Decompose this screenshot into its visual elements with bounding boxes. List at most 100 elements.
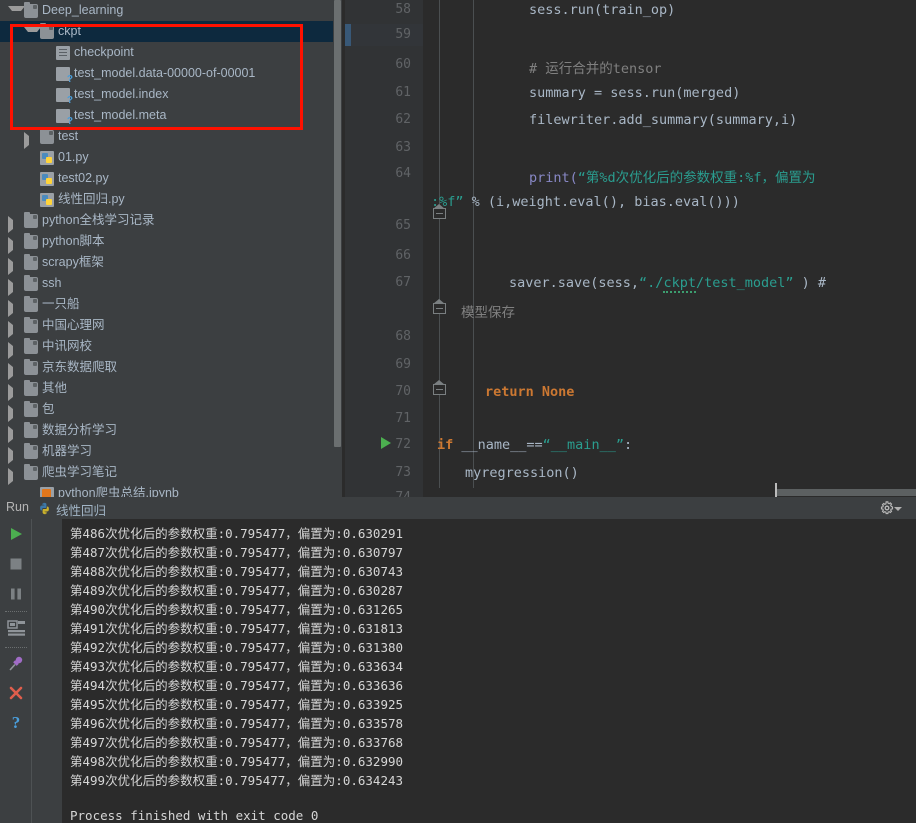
tree-item-folder[interactable]: scrapy框架 — [0, 252, 333, 275]
code-line-72: if __name__==“__main__”: — [437, 437, 633, 453]
text-file-icon — [56, 46, 70, 60]
code-line-67-wrap: 模型保存 — [461, 305, 515, 321]
tree-item-label: 机器学习 — [42, 444, 93, 458]
tree-item-folder[interactable]: 一只船 — [0, 294, 333, 317]
console-line: 第487次优化后的参数权重:0.795477，偏置为:0.630797 — [70, 545, 404, 560]
tree-item-file[interactable]: 线性回归.py — [0, 189, 333, 210]
folder-icon — [24, 254, 38, 270]
line-number: 62 — [395, 112, 411, 127]
tree-item-folder[interactable]: ckpt — [0, 21, 333, 42]
tree-item-folder[interactable]: python脚本 — [0, 231, 333, 254]
python-file-icon — [40, 151, 54, 165]
tree-item-folder[interactable]: 机器学习 — [0, 441, 333, 464]
tree-item-folder[interactable]: Deep_learning — [0, 0, 333, 21]
tree-scrollbar-thumb[interactable] — [334, 0, 341, 447]
tree-item-folder[interactable]: 数据分析学习 — [0, 420, 333, 443]
tree-item-folder[interactable]: 爬虫学习笔记 — [0, 462, 333, 485]
tree-item-folder[interactable]: 中国心理网 — [0, 315, 333, 338]
run-toolbar-primary: ? — [0, 519, 31, 823]
console-line: 第496次优化后的参数权重:0.795477，偏置为:0.633578 — [70, 716, 404, 731]
line-number: 65 — [395, 218, 411, 233]
tree-item-folder[interactable]: ssh — [0, 273, 333, 296]
project-tree-panel[interactable]: Deep_learning ckpt checkpoint? test_model.d… — [0, 0, 333, 497]
chevron-down-icon[interactable] — [24, 27, 41, 41]
rerun-button[interactable] — [7, 525, 25, 543]
tree-item-folder[interactable]: python全栈学习记录 — [0, 210, 333, 233]
python-file-icon — [40, 193, 54, 207]
tree-item-label: checkpoint — [74, 45, 134, 59]
code-line-64-wrap: :%f” % (i,weight.eval(), bias.eval())) — [431, 194, 740, 210]
tree-item-label: ssh — [42, 276, 62, 290]
unknown-file-icon: ? — [56, 88, 73, 106]
code-line-61: summary = sess.run(merged) — [529, 85, 741, 101]
tree-item-file[interactable]: test02.py — [0, 168, 333, 189]
restore-layout-button[interactable] — [7, 619, 25, 637]
tree-item-folder[interactable]: 包 — [0, 399, 333, 422]
tree-item-label: scrapy框架 — [42, 255, 104, 269]
console-line: 第486次优化后的参数权重:0.795477，偏置为:0.630291 — [70, 526, 404, 541]
folder-icon — [24, 275, 38, 291]
stop-button[interactable] — [7, 555, 25, 573]
line-number: 60 — [395, 57, 411, 72]
tree-item-label: python爬虫总结.ipynb — [58, 486, 179, 497]
run-configuration-tab[interactable]: 线性回归 — [56, 500, 106, 519]
unknown-file-icon: ? — [56, 67, 73, 85]
folder-icon — [24, 464, 38, 480]
close-icon[interactable] — [7, 684, 25, 702]
line-number: 69 — [395, 357, 411, 372]
run-gutter-icon[interactable] — [381, 437, 391, 449]
pin-icon[interactable] — [7, 655, 25, 673]
console-line: Process finished with exit code 0 — [70, 808, 319, 823]
line-number: 72 — [395, 437, 411, 452]
ide-window: Deep_learning ckpt checkpoint? test_model.d… — [0, 0, 916, 823]
tree-item-file[interactable]: ? test_model.index — [0, 84, 333, 106]
tree-item-file[interactable]: 01.py — [0, 147, 333, 168]
code-line-73: myregression() — [465, 465, 579, 481]
folder-icon — [24, 233, 38, 249]
tree-item-folder[interactable]: 其他 — [0, 378, 333, 401]
folder-icon — [40, 23, 54, 39]
tree-item-label: test_model.meta — [74, 108, 167, 122]
help-icon[interactable]: ? — [7, 713, 25, 731]
gutter-current-line — [345, 24, 423, 46]
folder-icon — [40, 128, 54, 144]
console-line: 第488次优化后的参数权重:0.795477，偏置为:0.630743 — [70, 564, 404, 579]
pause-button[interactable] — [7, 585, 25, 603]
code-line-64: print(“第%d次优化后的参数权重:%f，偏置为 — [529, 170, 816, 186]
chevron-down-icon[interactable] — [8, 6, 25, 20]
code-text-area[interactable]: sess.run(train_op) # 运行合并的tensor summary =… — [423, 0, 916, 497]
console-line: 第495次优化后的参数权重:0.795477，偏置为:0.633925 — [70, 697, 404, 712]
tree-item-file[interactable]: ? test_model.meta — [0, 105, 333, 127]
console-output[interactable]: 第486次优化后的参数权重:0.795477，偏置为:0.630291 第487次… — [62, 519, 916, 823]
run-tool-window: Run 线性回归 ? 第486次优化后的参数权重:0.795477，偏置为:0.… — [0, 497, 916, 823]
line-number: 64 — [395, 166, 411, 181]
line-number: 67 — [395, 275, 411, 290]
code-line-62: filewriter.add_summary(summary,i) — [529, 112, 798, 128]
folder-icon — [24, 338, 38, 354]
tree-item-folder[interactable]: 京东数据爬取 — [0, 357, 333, 380]
line-number: 66 — [395, 248, 411, 263]
tree-item-folder[interactable]: 中讯网校 — [0, 336, 333, 359]
editor-gutter[interactable]: 58 59 60 61 62 63 64 65 66 67 68 69 70 71 72 73 74 — [345, 0, 423, 497]
editor-horizontal-scrollbar[interactable] — [424, 488, 916, 497]
console-line: 第489次优化后的参数权重:0.795477，偏置为:0.630287 — [70, 583, 404, 598]
editor-hscroll-thumb[interactable] — [776, 489, 916, 496]
tree-item-file[interactable]: ? test_model.data-00000-of-00001 — [0, 63, 333, 85]
tree-item-file[interactable]: checkpoint — [0, 42, 333, 63]
code-editor[interactable]: 58 59 60 61 62 63 64 65 66 67 68 69 70 71 72 73 74 sess.… — [345, 0, 916, 497]
tree-vertical-scrollbar[interactable] — [333, 0, 342, 497]
gear-icon[interactable] — [880, 501, 894, 515]
gutter-selection-marker — [345, 24, 351, 46]
tree-item-label: test_model.data-00000-of-00001 — [74, 66, 256, 80]
run-tool-window-header: Run 线性回归 — [0, 497, 916, 519]
tree-item-folder[interactable]: test — [0, 126, 333, 149]
unknown-file-icon: ? — [56, 109, 73, 127]
line-number: 68 — [395, 329, 411, 344]
code-line-60: # 运行合并的tensor — [529, 61, 662, 77]
console-line: 第491次优化后的参数权重:0.795477，偏置为:0.631813 — [70, 621, 404, 636]
tree-item-label: test_model.index — [74, 87, 169, 101]
line-number: 73 — [395, 465, 411, 480]
chevron-down-icon[interactable] — [894, 507, 902, 511]
tree-item-file[interactable]: python爬虫总结.ipynb — [0, 483, 333, 497]
toolbar-divider — [5, 647, 27, 649]
